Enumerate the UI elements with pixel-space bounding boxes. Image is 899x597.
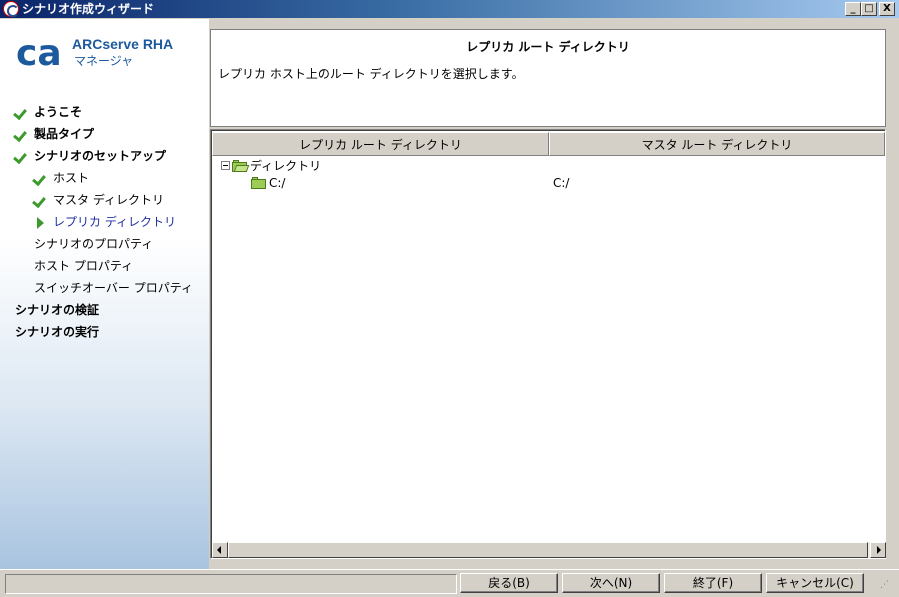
ca-logo-text: ca xyxy=(16,35,62,69)
folder-open-icon xyxy=(232,160,250,172)
ca-logo: ca xyxy=(16,33,70,74)
horizontal-scrollbar[interactable] xyxy=(212,542,886,558)
page-title: レプリカ ルート ディレクトリ xyxy=(466,40,630,54)
wizard-sidebar: ca ARCserve RHA マネージャ ようこそ 製品タイプ シナリオのセッ… xyxy=(0,19,209,569)
check-icon xyxy=(15,107,28,118)
column-header-master[interactable]: マスタ ルート ディレクトリ xyxy=(549,132,885,156)
close-button[interactable]: X xyxy=(879,2,895,16)
directory-list: レプリカ ルート ディレクトリ マスタ ルート ディレクトリ ディレクトリ C:… xyxy=(210,129,886,559)
current-step-arrow-icon xyxy=(37,217,44,229)
product-name: ARCserve RHA xyxy=(72,36,174,52)
collapse-icon[interactable] xyxy=(221,161,230,170)
folder-icon xyxy=(251,177,267,189)
step-master-directory: マスタ ディレクトリ xyxy=(34,191,164,209)
step-host-properties: ホスト プロパティ xyxy=(34,259,134,273)
column-header-replica[interactable]: レプリカ ルート ディレクトリ xyxy=(212,132,549,156)
scroll-thumb[interactable] xyxy=(228,542,868,558)
maximize-button[interactable]: □ xyxy=(861,2,877,16)
finish-button[interactable]: 終了(F) xyxy=(664,573,762,593)
minimize-button[interactable]: _ xyxy=(845,2,861,16)
check-icon xyxy=(34,195,47,206)
check-icon xyxy=(15,129,28,140)
step-switchover-properties: スイッチオーバー プロパティ xyxy=(34,281,193,295)
resize-grip-icon[interactable]: ⋰ xyxy=(880,581,892,594)
window-title: シナリオ作成ウィザード xyxy=(22,2,155,16)
replica-directory-cell: C:/ xyxy=(269,176,286,190)
step-product-type: 製品タイプ xyxy=(15,125,94,143)
step-host: ホスト xyxy=(34,169,89,187)
page-description: レプリカ ホスト上のルート ディレクトリを選択します。 xyxy=(218,67,524,81)
check-icon xyxy=(34,173,47,184)
scroll-right-button[interactable] xyxy=(870,542,886,558)
check-icon xyxy=(15,151,28,162)
step-replica-directory: レプリカ ディレクトリ xyxy=(34,213,176,231)
product-subtitle: マネージャ xyxy=(74,54,134,68)
scroll-left-button[interactable] xyxy=(212,542,228,558)
step-scenario-properties: シナリオのプロパティ xyxy=(34,237,154,251)
next-button[interactable]: 次へ(N) xyxy=(562,573,660,593)
step-scenario-verification: シナリオの検証 xyxy=(15,303,100,317)
button-bar: 戻る(B) 次へ(N) 終了(F) キャンセル(C) ⋰ xyxy=(0,569,899,597)
step-scenario-run: シナリオの実行 xyxy=(15,325,100,339)
page-header: レプリカ ルート ディレクトリ レプリカ ホスト上のルート ディレクトリを選択し… xyxy=(210,29,886,127)
title-bar: シナリオ作成ウィザード _ □ X xyxy=(0,0,899,18)
step-welcome: ようこそ xyxy=(15,103,82,121)
status-field xyxy=(5,574,457,594)
back-button[interactable]: 戻る(B) xyxy=(460,573,558,593)
cancel-button[interactable]: キャンセル(C) xyxy=(766,573,864,593)
master-directory-cell: C:/ xyxy=(553,176,570,190)
tree-root-label: ディレクトリ xyxy=(250,159,322,173)
app-icon xyxy=(3,1,19,17)
step-scenario-setup: シナリオのセットアップ xyxy=(15,147,166,165)
